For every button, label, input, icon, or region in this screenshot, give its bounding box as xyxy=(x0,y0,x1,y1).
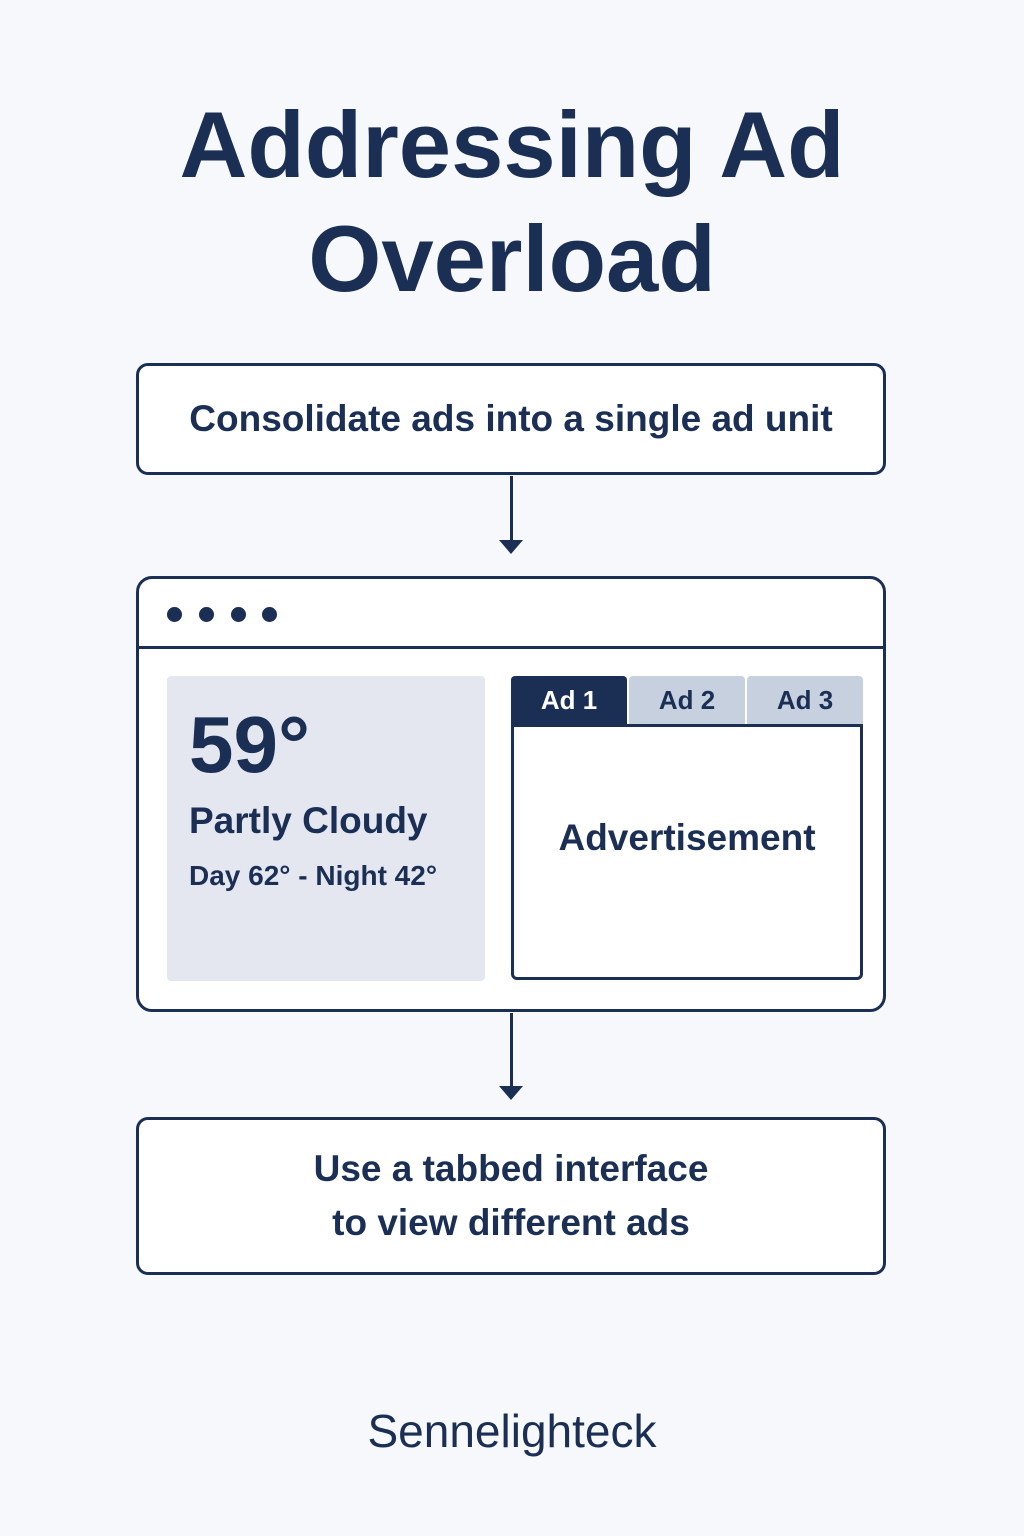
title-line-2: Overload xyxy=(308,206,716,311)
day-night-temperatures: Day 62° - Night 42° xyxy=(189,860,438,891)
step-consolidate-text: Consolidate ads into a single ad unit xyxy=(189,398,833,439)
ad-tabs: Ad 1 Ad 2 Ad 3 xyxy=(511,676,863,724)
down-arrow-2 xyxy=(499,1013,523,1100)
tab-ad-3[interactable]: Ad 3 xyxy=(747,676,863,724)
ad-content-panel[interactable]: Advertisement xyxy=(511,724,863,980)
browser-window-mockup: 59° Partly Cloudy Day 62° - Night 42° Ad… xyxy=(136,576,886,1012)
step-tabbed-line-2: to view different ads xyxy=(332,1202,690,1243)
tab-ad-1[interactable]: Ad 1 xyxy=(511,676,627,724)
down-arrow-1 xyxy=(499,476,523,554)
tab-ad-2[interactable]: Ad 2 xyxy=(629,676,745,724)
window-dot-icon xyxy=(199,607,214,622)
window-dot-icon xyxy=(262,607,277,622)
weather-widget: 59° Partly Cloudy Day 62° - Night 42° xyxy=(167,676,485,981)
current-temperature: 59° xyxy=(189,700,310,789)
advertisement-label: Advertisement xyxy=(558,817,816,858)
browser-title-bar xyxy=(139,579,883,649)
page-title: Addressing Ad Overload xyxy=(0,88,1024,316)
window-dot-icon xyxy=(231,607,246,622)
step-tabbed-line-1: Use a tabbed interface xyxy=(313,1148,709,1189)
brand-name: Sennelighteck xyxy=(367,1405,657,1457)
window-dot-icon xyxy=(167,607,182,622)
weather-condition: Partly Cloudy xyxy=(189,800,428,841)
step-tabbed-interface-box: Use a tabbed interface to view different… xyxy=(136,1117,886,1275)
ad-unit: Ad 1 Ad 2 Ad 3 Advertisement xyxy=(511,676,863,980)
title-line-1: Addressing Ad xyxy=(179,92,845,197)
step-consolidate-box: Consolidate ads into a single ad unit xyxy=(136,363,886,475)
